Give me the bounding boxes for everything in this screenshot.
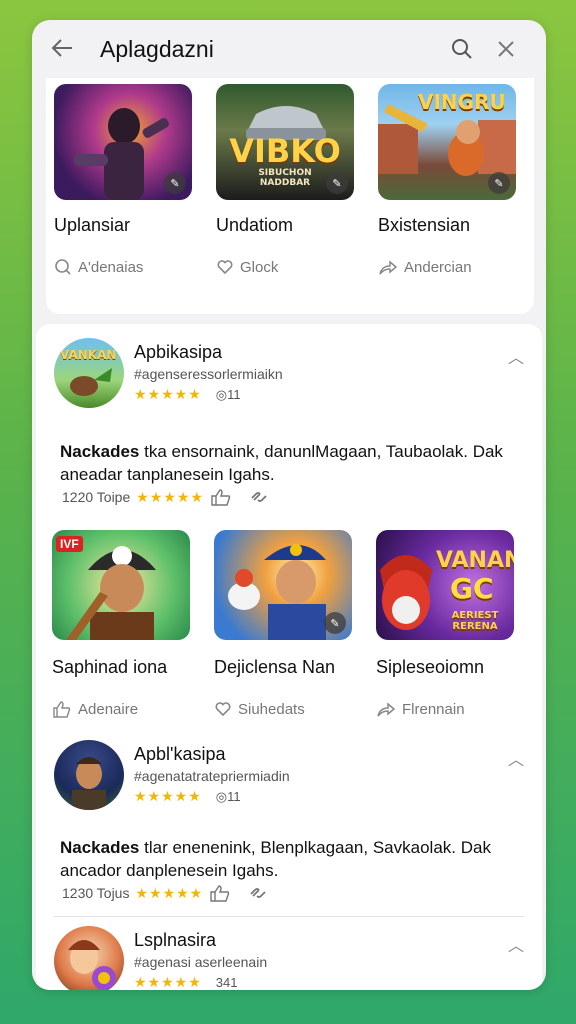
tool-icon: ✎ (324, 612, 346, 634)
game-thumbnail[interactable]: ✎ (54, 84, 192, 200)
tile-title: Uplansiar (54, 215, 131, 235)
tool-icon: ✎ (164, 172, 186, 194)
tile-action-label: A'denaias (78, 258, 144, 276)
star-rating-icon: ★★★★★ (134, 788, 202, 804)
featured-tile[interactable]: ✎ Uplansiar A'denaias (54, 84, 206, 276)
app-meta: 1220 Toipe ★★★★★ (62, 488, 270, 506)
link-icon[interactable] (248, 488, 270, 506)
tool-icon: ✎ (488, 172, 510, 194)
featured-tile[interactable]: VINGRU ✎ Bxistensian Andercian (378, 84, 530, 276)
app-icon[interactable]: VANKAN (54, 338, 124, 408)
tile-action[interactable]: Siuhedats (214, 700, 366, 718)
app-window: Aplagdazni ✎ Uplansiar A'denaias VIBKO S… (32, 20, 546, 990)
tile-title: Undatiom (216, 215, 294, 235)
tile-action[interactable]: A'denaias (54, 258, 206, 276)
game-tile[interactable]: ✎ Dejiclensa Nan Siuhedats (214, 530, 366, 718)
chevron-up-icon[interactable]: ︿ (508, 746, 524, 770)
game-logo-tagline: AERIEST RERENA (451, 610, 499, 632)
page-title: Aplagdazni (100, 35, 214, 62)
thumbs-up-icon[interactable] (209, 884, 231, 902)
app-rating: ★★★★★ 341 (134, 974, 237, 990)
app-rating: ★★★★★ ◎11 (134, 386, 241, 403)
game-tile[interactable]: IVF Saphinad iona Adenaire (52, 530, 204, 718)
app-icon-text: VANKAN (60, 348, 117, 362)
game-logo-text: VANAN (436, 548, 514, 573)
tile-title: Dejiclensa Nan (214, 657, 336, 677)
star-rating-icon: ★★★★★ (136, 488, 205, 505)
meta-label: 1220 Toipe (62, 489, 131, 505)
game-badge: IVF (56, 536, 83, 552)
tile-action[interactable]: Flrennain (376, 700, 528, 718)
close-icon[interactable] (484, 34, 528, 64)
tile-action-label: Adenaire (78, 700, 139, 718)
tile-action-label: Siuhedats (238, 700, 305, 718)
game-logo-subtext: GC (450, 572, 494, 605)
back-arrow-icon[interactable] (50, 34, 98, 65)
app-subtitle: #agenseressorlermiaikn (134, 366, 283, 382)
game-thumbnail[interactable]: VANAN GC AERIEST RERENA (376, 530, 514, 640)
app-list-item[interactable]: VANKAN Apbikasipa #agenseressorlermiaikn… (54, 338, 524, 408)
tool-icon: ✎ (326, 172, 348, 194)
thumbs-up-icon (53, 701, 71, 718)
chevron-up-icon[interactable]: ︿ (508, 344, 524, 368)
star-rating-icon: ★★★★★ (134, 974, 202, 990)
featured-tile[interactable]: VIBKO SIBUCHON NADDBAR ✎ Undatiom Glock (216, 84, 368, 276)
rating-count: ◎11 (215, 386, 241, 402)
star-rating-icon: ★★★★★ (135, 884, 204, 901)
app-meta: 1230 Tojus ★★★★★ (62, 884, 269, 902)
app-subtitle: #agenatatratepriermiadin (134, 768, 290, 784)
heart-icon (215, 702, 231, 717)
thumbs-up-icon[interactable] (210, 488, 232, 506)
star-rating-icon: ★★★★★ (134, 386, 202, 402)
game-tile[interactable]: VANAN GC AERIEST RERENA Sipleseoiomn Flr… (376, 530, 528, 718)
game-thumbnail[interactable]: IVF (52, 530, 190, 640)
rating-count: 341 (215, 975, 238, 990)
tile-title: Saphinad iona (52, 657, 168, 677)
tile-action[interactable]: Glock (216, 258, 368, 276)
app-description: Nackades tlar enenenink, Blenplkagaan, S… (60, 838, 491, 880)
app-subtitle: #agenasi aserleenain (134, 954, 268, 970)
app-description: Nackades tka ensornaink, danunlMagaan, T… (60, 442, 503, 484)
link-icon[interactable] (247, 884, 269, 902)
chevron-up-icon[interactable]: ︿ (508, 932, 524, 956)
share-icon (379, 260, 398, 275)
game-thumbnail[interactable]: VIBKO SIBUCHON NADDBAR ✎ (216, 84, 354, 200)
app-icon[interactable] (54, 740, 124, 810)
game-thumbnail[interactable]: VINGRU ✎ (378, 84, 516, 200)
tile-title: Sipleseoiomn (376, 657, 485, 677)
tile-action[interactable]: Adenaire (52, 700, 204, 718)
app-list-item[interactable]: Apbl'kasipa #agenatatratepriermiadin ★★★… (54, 740, 524, 810)
apps-list-card: VANKAN Apbikasipa #agenseressorlermiaikn… (36, 324, 542, 990)
tile-action-label: Glock (240, 258, 279, 276)
app-name: Apbikasipa (134, 342, 223, 362)
share-icon (377, 702, 396, 717)
game-logo-text: VINGRU (418, 90, 506, 114)
search-icon (55, 259, 71, 275)
meta-label: 1230 Tojus (62, 885, 130, 901)
tile-action-label: Flrennain (402, 700, 465, 718)
app-name: Lsplnasira (134, 930, 217, 950)
app-name: Apbl'kasipa (134, 744, 226, 764)
search-icon[interactable] (440, 34, 484, 64)
heart-icon (217, 260, 233, 275)
tile-title: Bxistensian (378, 215, 471, 235)
app-rating: ★★★★★ ◎11 (134, 788, 241, 805)
game-logo-text: VIBKO (229, 132, 341, 170)
tile-action-label: Andercian (404, 258, 472, 276)
app-list-item[interactable]: Lsplnasira #agenasi aserleenain ★★★★★ 34… (54, 926, 524, 990)
rating-count: ◎11 (215, 788, 241, 804)
game-thumbnail[interactable]: ✎ (214, 530, 352, 640)
featured-card: ✎ Uplansiar A'denaias VIBKO SIBUCHON NAD… (46, 78, 534, 314)
app-icon[interactable] (54, 926, 124, 990)
divider (54, 916, 524, 917)
tile-action[interactable]: Andercian (378, 258, 530, 276)
top-bar: Aplagdazni (32, 20, 546, 78)
